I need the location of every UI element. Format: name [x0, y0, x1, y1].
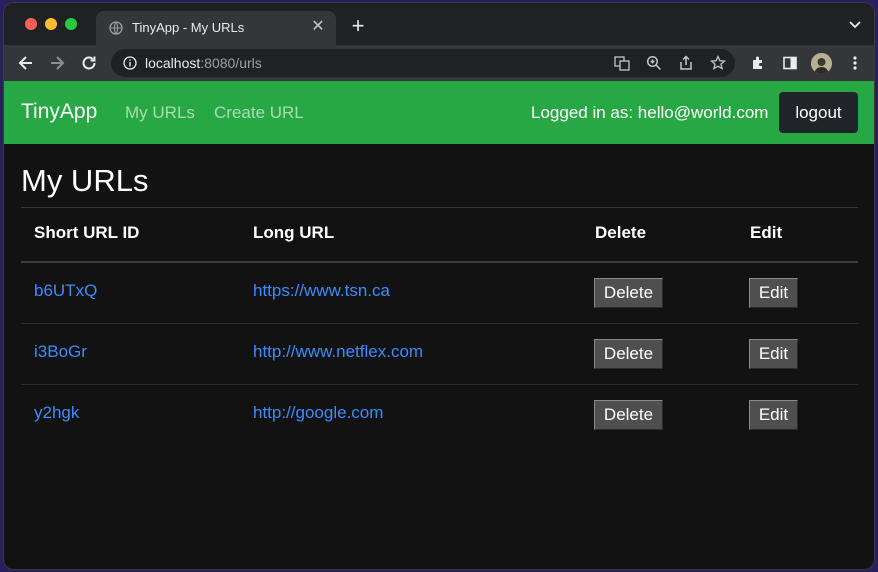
star-icon[interactable]: [710, 55, 726, 71]
header-short-url-id: Short URL ID: [34, 223, 140, 242]
zoom-icon[interactable]: [646, 55, 662, 71]
login-status: Logged in as: hello@world.com: [531, 103, 769, 122]
address-bar[interactable]: localhost:8080/urls: [111, 49, 735, 77]
url-text[interactable]: localhost:8080/urls: [145, 55, 262, 71]
nav-link-my-urls[interactable]: My URLs: [125, 103, 195, 123]
new-tab-icon[interactable]: +: [348, 15, 368, 37]
minimize-window-button[interactable]: [45, 18, 57, 30]
table-top-rule: [21, 207, 858, 208]
profile-avatar[interactable]: [811, 53, 832, 74]
header-long-url: Long URL: [253, 223, 335, 242]
long-url-link[interactable]: http://google.com: [253, 403, 383, 423]
long-url-link[interactable]: http://www.netflex.com: [253, 342, 423, 362]
maximize-window-button[interactable]: [65, 18, 77, 30]
short-url-link[interactable]: b6UTxQ: [34, 281, 97, 301]
reload-icon[interactable]: [79, 53, 99, 73]
info-icon[interactable]: [123, 56, 137, 70]
edit-button[interactable]: Edit: [749, 339, 798, 369]
translate-icon[interactable]: [614, 55, 630, 71]
header-edit: Edit: [750, 223, 783, 242]
tab-close-icon[interactable]: ✕: [308, 17, 328, 37]
extensions-icon[interactable]: [750, 55, 766, 71]
tab-strip: TinyApp - My URLs ✕ +: [4, 3, 874, 45]
header-delete: Delete: [595, 223, 647, 242]
table-row: b6UTxQ https://www.tsn.ca Delete Edit: [21, 263, 858, 324]
browser-window: TinyApp - My URLs ✕ + localhost:8080/url…: [4, 3, 874, 569]
browser-toolbar: localhost:8080/urls: [4, 45, 874, 81]
page-title: My URLs: [21, 163, 149, 198]
delete-button[interactable]: Delete: [594, 278, 663, 308]
edit-button[interactable]: Edit: [749, 278, 798, 308]
forward-arrow-icon[interactable]: [47, 53, 67, 73]
delete-button[interactable]: Delete: [594, 339, 663, 369]
close-window-button[interactable]: [25, 18, 37, 30]
tab-title: TinyApp - My URLs: [132, 20, 245, 35]
browser-tab[interactable]: TinyApp - My URLs ✕: [96, 11, 336, 45]
side-panel-icon[interactable]: [782, 55, 798, 71]
table-row: i3BoGr http://www.netflex.com Delete Edi…: [21, 324, 858, 385]
short-url-link[interactable]: y2hgk: [34, 403, 79, 423]
logout-button[interactable]: logout: [779, 92, 858, 133]
page-content: TinyApp My URLs Create URL Logged in as:…: [4, 81, 874, 569]
app-navbar: TinyApp My URLs Create URL Logged in as:…: [4, 81, 874, 144]
brand-link[interactable]: TinyApp: [21, 100, 97, 124]
long-url-link[interactable]: https://www.tsn.ca: [253, 281, 390, 301]
chevron-down-icon[interactable]: [848, 19, 862, 31]
short-url-link[interactable]: i3BoGr: [34, 342, 87, 362]
globe-icon: [109, 21, 123, 35]
edit-button[interactable]: Edit: [749, 400, 798, 430]
avatar-image: [811, 53, 832, 74]
share-icon[interactable]: [678, 55, 694, 71]
kebab-menu-icon[interactable]: [847, 55, 863, 71]
back-arrow-icon[interactable]: [16, 53, 36, 73]
table-row: y2hgk http://google.com Delete Edit: [21, 385, 858, 445]
nav-link-create-url[interactable]: Create URL: [214, 103, 304, 123]
delete-button[interactable]: Delete: [594, 400, 663, 430]
